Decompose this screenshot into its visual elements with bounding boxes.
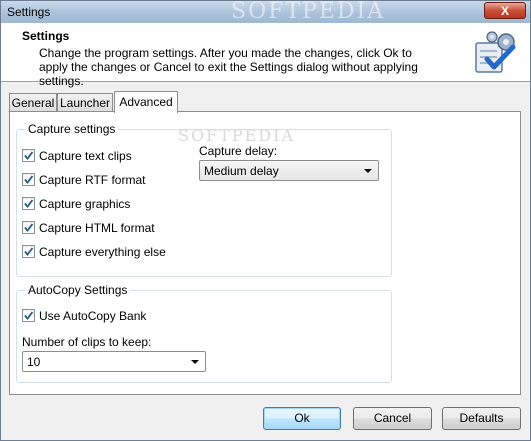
title-bar[interactable]: Settings SOFTPEDIA X [1, 0, 530, 24]
defaults-button[interactable]: Defaults [442, 407, 521, 430]
checkbox-label: Capture RTF format [39, 173, 146, 187]
autocopy-settings-group: AutoCopy Settings Use AutoCopy Bank Numb… [16, 283, 392, 383]
dialog-header: Settings Change the program settings. Af… [1, 23, 530, 88]
checkbox-label: Capture everything else [39, 245, 166, 259]
dropdown-value: 10 [27, 355, 41, 369]
capture-settings-group: Capture settings Capture text clips Capt… [16, 122, 392, 277]
capture-settings-legend: Capture settings [25, 122, 119, 136]
checkbox-label: Capture HTML format [39, 221, 155, 235]
watermark: SOFTPEDIA [231, 0, 386, 24]
checkmark-icon [24, 311, 34, 320]
checkbox-label: Capture graphics [39, 197, 131, 211]
header-description: Change the program settings. After you m… [39, 46, 418, 88]
checkbox-label: Capture text clips [39, 149, 132, 163]
checkmark-icon [24, 151, 34, 160]
dropdown-arrow-icon [191, 360, 199, 364]
checkbox-label: Use AutoCopy Bank [39, 309, 147, 323]
checkmark-icon [24, 223, 34, 232]
clips-to-keep-dropdown[interactable]: 10 [22, 351, 206, 372]
checkbox-box[interactable] [22, 245, 35, 258]
tab-general[interactable]: General [9, 93, 57, 112]
settings-checklist-gears-icon [475, 31, 516, 73]
checkbox-box[interactable] [22, 173, 35, 186]
checkbox-box[interactable] [22, 149, 35, 162]
close-button[interactable]: X [484, 2, 526, 19]
capture-delay-label: Capture delay: [199, 144, 278, 158]
clips-to-keep-label: Number of clips to keep: [22, 335, 152, 349]
checkbox-box[interactable] [22, 309, 35, 322]
settings-window: Settings SOFTPEDIA X Settings Change the… [0, 0, 531, 441]
checkmark-icon [24, 199, 34, 208]
capture-delay-dropdown[interactable]: Medium delay [199, 160, 379, 181]
dropdown-arrow-icon [364, 169, 372, 173]
checkbox-box[interactable] [22, 221, 35, 234]
checkbox-box[interactable] [22, 197, 35, 210]
header-title: Settings [22, 29, 70, 43]
cancel-button[interactable]: Cancel [353, 407, 432, 430]
checkmark-icon [24, 175, 34, 184]
dropdown-value: Medium delay [204, 164, 279, 178]
autocopy-settings-legend: AutoCopy Settings [25, 283, 131, 297]
advanced-tab-panel: SOFTPEDIA Capture settings Capture text … [9, 111, 521, 395]
window-title: Settings [7, 5, 51, 19]
tab-advanced[interactable]: Advanced [114, 91, 178, 113]
checkmark-icon [24, 247, 34, 256]
ok-button[interactable]: Ok [263, 407, 341, 430]
tab-launcher[interactable]: Launcher [57, 93, 113, 112]
